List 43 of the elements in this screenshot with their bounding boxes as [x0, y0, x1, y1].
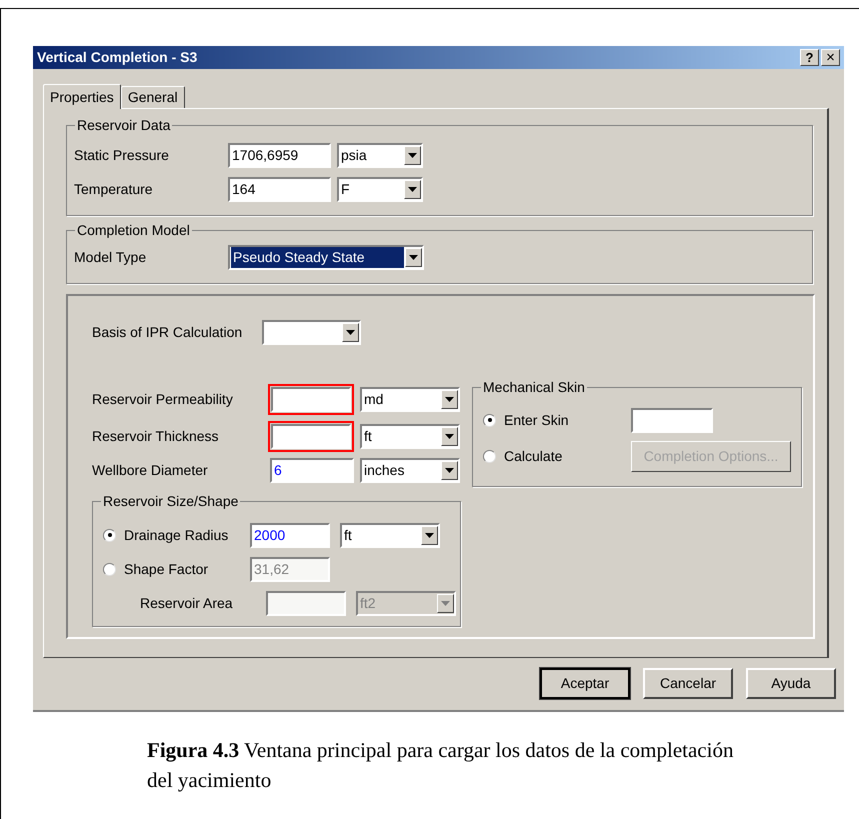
radio-label: Enter Skin: [504, 410, 570, 430]
field-label: Model Type: [74, 248, 148, 267]
field-label: Reservoir Permeability: [92, 390, 234, 409]
group-title: Mechanical Skin: [481, 379, 587, 395]
input-field[interactable]: 164: [228, 176, 331, 202]
radio-button[interactable]: [103, 528, 116, 542]
field-label: Reservoir Thickness: [92, 427, 220, 446]
radio-label: Shape Factor: [124, 560, 210, 579]
dropdown[interactable]: Pseudo Steady State: [228, 245, 424, 270]
group-title: Completion Model: [75, 222, 192, 238]
radio-label: Calculate: [504, 446, 564, 466]
input-field[interactable]: [271, 387, 351, 412]
help-button[interactable]: ?: [800, 49, 819, 66]
field-label: Basis of IPR Calculation: [92, 323, 244, 342]
tab[interactable]: Properties: [43, 84, 121, 109]
dropdown[interactable]: [262, 320, 361, 345]
dropdown[interactable]: md: [360, 387, 460, 412]
dialog-button[interactable]: Ayuda: [746, 668, 836, 699]
input-field[interactable]: [271, 424, 351, 449]
radio-label: Reservoir Area: [140, 594, 234, 612]
field-label: Wellbore Diameter: [92, 461, 209, 480]
dropdown[interactable]: ft: [360, 424, 460, 449]
dropdown[interactable]: psia: [337, 142, 423, 168]
input-field[interactable]: 2000: [250, 522, 330, 548]
input-field[interactable]: [266, 590, 346, 616]
group-title: Reservoir Size/Shape: [101, 493, 240, 509]
close-button[interactable]: ×: [821, 49, 840, 66]
tab[interactable]: General: [120, 86, 185, 108]
group-title: Reservoir Data: [75, 117, 172, 133]
dropdown[interactable]: inches: [360, 458, 460, 483]
dialog-button[interactable]: Cancelar: [643, 668, 733, 699]
dropdown[interactable]: ft: [340, 522, 440, 548]
dialog-button[interactable]: Aceptar: [540, 668, 630, 699]
radio-label: Drainage Radius: [124, 526, 230, 545]
radio-button[interactable]: [483, 414, 496, 426]
field-label: Temperature: [74, 180, 154, 199]
input-field[interactable]: 6: [270, 458, 354, 483]
window-title: Vertical Completion - S3: [37, 48, 198, 67]
input-field[interactable]: [631, 408, 713, 432]
figure-caption: Figura 4.3 Ventana principal para cargar los datos de la completación del yacimiento: [147, 737, 734, 794]
dropdown[interactable]: F: [337, 176, 423, 202]
field-label: Static Pressure: [74, 146, 170, 164]
input-field[interactable]: 1706,6959: [228, 142, 331, 168]
